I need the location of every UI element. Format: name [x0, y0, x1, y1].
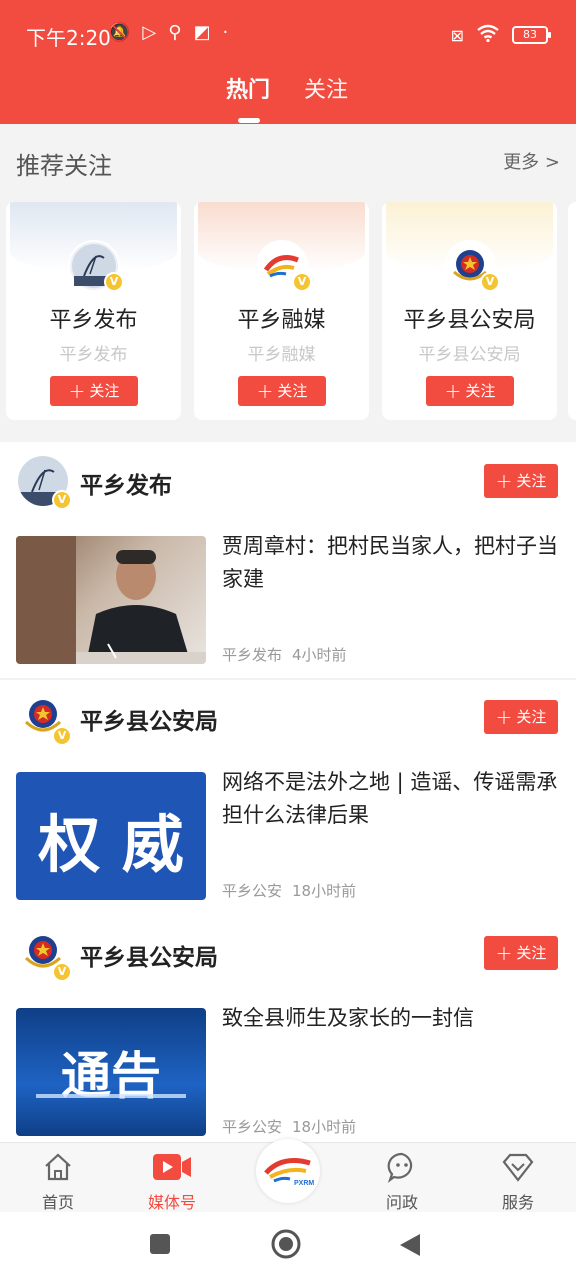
logo-text: PXRM — [294, 1180, 314, 1187]
verified-badge-icon: V — [480, 272, 500, 292]
video-icon — [132, 1149, 212, 1185]
card-name: 平乡融媒 — [237, 308, 326, 333]
nav-label: 媒体号 — [147, 1193, 196, 1212]
feed-item[interactable]: V 平乡发布 + 关注 贾周章村：把村民当家人，把村子当家建 平乡发布 4小时前 — [0, 442, 576, 678]
card-name: 平乡发布 — [49, 308, 138, 333]
nav-service[interactable]: 服务 — [478, 1149, 558, 1213]
plus-icon: + — [444, 379, 462, 403]
status-time: 下午2:20 — [26, 26, 111, 50]
tab-follow[interactable]: 关注 — [304, 72, 348, 104]
article-title[interactable]: 网络不是法外之地 | 造谣、传谣需承担什么法律后果 — [222, 766, 562, 832]
plus-icon: + — [495, 469, 513, 493]
recommend-card[interactable]: V 平乡县公安局 平乡县公安局 + 关注 — [382, 202, 557, 420]
author-name[interactable]: 平乡县公安局 — [80, 702, 218, 736]
card-sub: 平乡县公安局 — [418, 345, 521, 365]
follow-button[interactable]: + 关注 — [426, 376, 514, 406]
follow-button[interactable]: + 关注 — [50, 376, 138, 406]
article-source: 平乡公安 — [222, 1118, 283, 1136]
circle-icon — [271, 1229, 301, 1259]
battery-icon: 83 — [512, 26, 551, 44]
card-name: 平乡县公安局 — [403, 308, 536, 333]
article-meta: 平乡公安 18小时前 — [222, 880, 356, 901]
follow-button[interactable]: + 关注 — [484, 700, 558, 734]
status-bar: 下午2:20 🔕 ▷ ⚲ ◩ · ⊠ 83 — [0, 18, 576, 54]
author-name[interactable]: 平乡县公安局 — [80, 938, 218, 972]
recommend-card-partial[interactable] — [568, 202, 576, 420]
article-thumbnail[interactable] — [16, 536, 206, 664]
divider — [0, 678, 576, 680]
man-writing-photo-icon — [16, 536, 206, 664]
feed-item[interactable]: V 平乡县公安局 + 关注 通告 致全县师生及家长的一封信 平乡公安 18小时前 — [0, 914, 576, 1142]
verified-badge-icon: V — [52, 962, 72, 982]
nav-media[interactable]: 媒体号 — [132, 1149, 212, 1213]
home-button[interactable] — [270, 1228, 302, 1264]
status-icons-right: ⊠ 83 — [450, 24, 551, 46]
follow-button[interactable]: + 关注 — [238, 376, 326, 406]
dot-icon: · — [222, 22, 229, 43]
top-tabs: 热门 关注 — [0, 72, 576, 112]
wifi-icon — [476, 24, 500, 46]
app-icon: ◩ — [193, 22, 211, 43]
follow-button[interactable]: + 关注 — [484, 936, 558, 970]
feed-list: V 平乡发布 + 关注 贾周章村：把村民当家人，把村子当家建 平乡发布 4小时前 V… — [0, 442, 576, 1142]
article-thumbnail[interactable]: 权 威 — [16, 772, 206, 900]
nav-label: 首页 — [41, 1193, 74, 1212]
nav-inquiry[interactable]: 问政 — [362, 1149, 442, 1213]
follow-button[interactable]: + 关注 — [484, 464, 558, 498]
top-header: 下午2:20 🔕 ▷ ⚲ ◩ · ⊠ 83 热门 关注 — [0, 0, 576, 124]
plus-icon: + — [256, 379, 274, 403]
verified-badge-icon: V — [292, 272, 312, 292]
article-title[interactable]: 贾周章村：把村民当家人，把村子当家建 — [222, 530, 562, 596]
service-icon — [478, 1149, 558, 1185]
article-source: 平乡公安 — [222, 882, 283, 900]
thumbnail-reflection — [36, 1094, 186, 1098]
bottom-nav: 首页 媒体号 PXRM 问政 服务 — [0, 1139, 576, 1213]
mute-icon: 🔕 — [108, 22, 131, 43]
feed-item[interactable]: V 平乡县公安局 + 关注 权 威 网络不是法外之地 | 造谣、传谣需承担什么法律… — [0, 678, 576, 914]
article-time: 18小时前 — [292, 1118, 357, 1136]
article-title[interactable]: 致全县师生及家长的一封信 — [222, 1002, 562, 1035]
article-time: 18小时前 — [292, 882, 357, 900]
sim-icon: ⊠ — [450, 25, 464, 45]
article-meta: 平乡发布 4小时前 — [222, 644, 347, 665]
nav-label: 服务 — [501, 1193, 534, 1212]
plus-icon: + — [495, 941, 513, 965]
play-store-icon: ▷ — [142, 22, 157, 43]
status-icons-left: 🔕 ▷ ⚲ ◩ · — [108, 22, 228, 43]
tab-indicator — [238, 118, 260, 123]
system-nav-bar — [0, 1212, 576, 1280]
recommend-card[interactable]: V 平乡融媒 平乡融媒 + 关注 — [194, 202, 369, 420]
recent-apps-button[interactable] — [148, 1232, 172, 1260]
card-sub: 平乡融媒 — [247, 345, 316, 365]
recommend-card[interactable]: V 平乡发布 平乡发布 + 关注 — [6, 202, 181, 420]
thumbnail-text: 权 威 — [38, 808, 184, 881]
article-time: 4小时前 — [292, 646, 347, 664]
location-icon: ⚲ — [168, 22, 182, 43]
verified-badge-icon: V — [52, 490, 72, 510]
verified-badge-icon: V — [52, 726, 72, 746]
pxrm-logo-icon: PXRM — [264, 1158, 314, 1187]
nav-label: 问政 — [385, 1193, 418, 1212]
author-name[interactable]: 平乡发布 — [80, 466, 172, 500]
article-meta: 平乡公安 18小时前 — [222, 1116, 356, 1137]
back-button[interactable] — [398, 1232, 422, 1262]
center-logo-button[interactable]: PXRM — [256, 1139, 320, 1203]
home-icon — [18, 1149, 98, 1185]
article-source: 平乡发布 — [222, 646, 283, 664]
recommend-title: 推荐关注 — [16, 152, 112, 180]
more-link[interactable]: 更多 > — [503, 148, 560, 174]
recommend-section: 推荐关注 更多 > V 平乡发布 平乡发布 + 关注 V 平乡融媒 平乡融媒 + 关… — [0, 124, 576, 442]
triangle-back-icon — [400, 1234, 420, 1256]
square-icon — [150, 1234, 170, 1254]
chat-icon — [362, 1149, 442, 1185]
tab-hot[interactable]: 热门 — [226, 72, 270, 104]
card-sub: 平乡发布 — [59, 345, 128, 365]
article-thumbnail[interactable]: 通告 — [16, 1008, 206, 1136]
plus-icon: + — [495, 705, 513, 729]
nav-home[interactable]: 首页 — [18, 1149, 98, 1213]
verified-badge-icon: V — [104, 272, 124, 292]
plus-icon: + — [68, 379, 86, 403]
